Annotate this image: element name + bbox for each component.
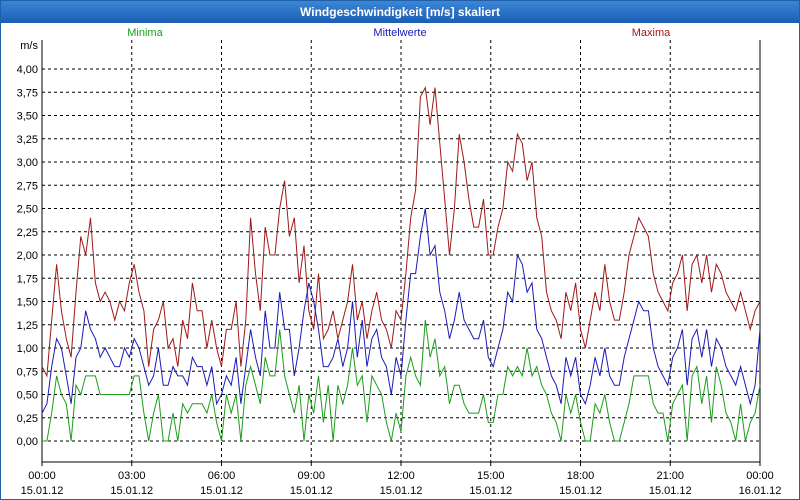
y-tick-label: 3,75 [17,87,38,99]
x-tick-time: 12:00 [387,470,415,482]
y-tick-label: 3,00 [17,157,38,169]
x-tick-time: 18:00 [567,470,595,482]
y-tick-label: 1,50 [17,297,38,309]
y-tick-label: 0,75 [17,366,38,378]
x-tick-date: 15.01.12 [110,485,153,497]
x-tick-date: 15.01.12 [469,485,512,497]
x-tick-time: 15:00 [477,470,505,482]
y-tick-label: 0,00 [17,436,38,448]
y-tick-label: 3,50 [17,111,38,123]
y-tick-label: 0,50 [17,390,38,402]
x-tick-time: 00:00 [746,470,774,482]
legend-avg: Mittelwerte [373,27,426,39]
y-axis-unit: m/s [20,40,38,52]
legend-min: Minima [127,27,163,39]
x-tick-date: 15.01.12 [380,485,423,497]
x-tick-time: 03:00 [118,470,146,482]
x-tick-time: 00:00 [28,470,56,482]
y-tick-label: 2,25 [17,227,38,239]
wind-speed-chart: 0,00 0,25 0,50 0,75 1,00 1,25 1,50 1,75 2,00 2,25… [17,27,782,497]
x-tick-time: 21:00 [656,470,684,482]
x-tick-date: 15.01.12 [649,485,692,497]
legend-max: Maxima [632,27,671,39]
x-tick-date: 15.01.12 [559,485,602,497]
y-tick-label: 3,25 [17,134,38,146]
y-tick-label: 1,25 [17,320,38,332]
x-tick-date: 16.01.12 [739,485,782,497]
y-tick-label: 0,25 [17,413,38,425]
x-tick-date: 15.01.12 [21,485,64,497]
y-tick-label: 2,75 [17,180,38,192]
x-tick-date: 15.01.12 [290,485,333,497]
x-tick-time: 09:00 [297,470,325,482]
y-tick-label: 2,00 [17,250,38,262]
x-tick-time: 06:00 [208,470,236,482]
y-tick-label: 1,00 [17,343,38,355]
y-tick-label: 4,00 [17,64,38,76]
y-tick-label: 2,50 [17,204,38,216]
x-tick-date: 15.01.12 [200,485,243,497]
y-tick-label: 1,75 [17,273,38,285]
